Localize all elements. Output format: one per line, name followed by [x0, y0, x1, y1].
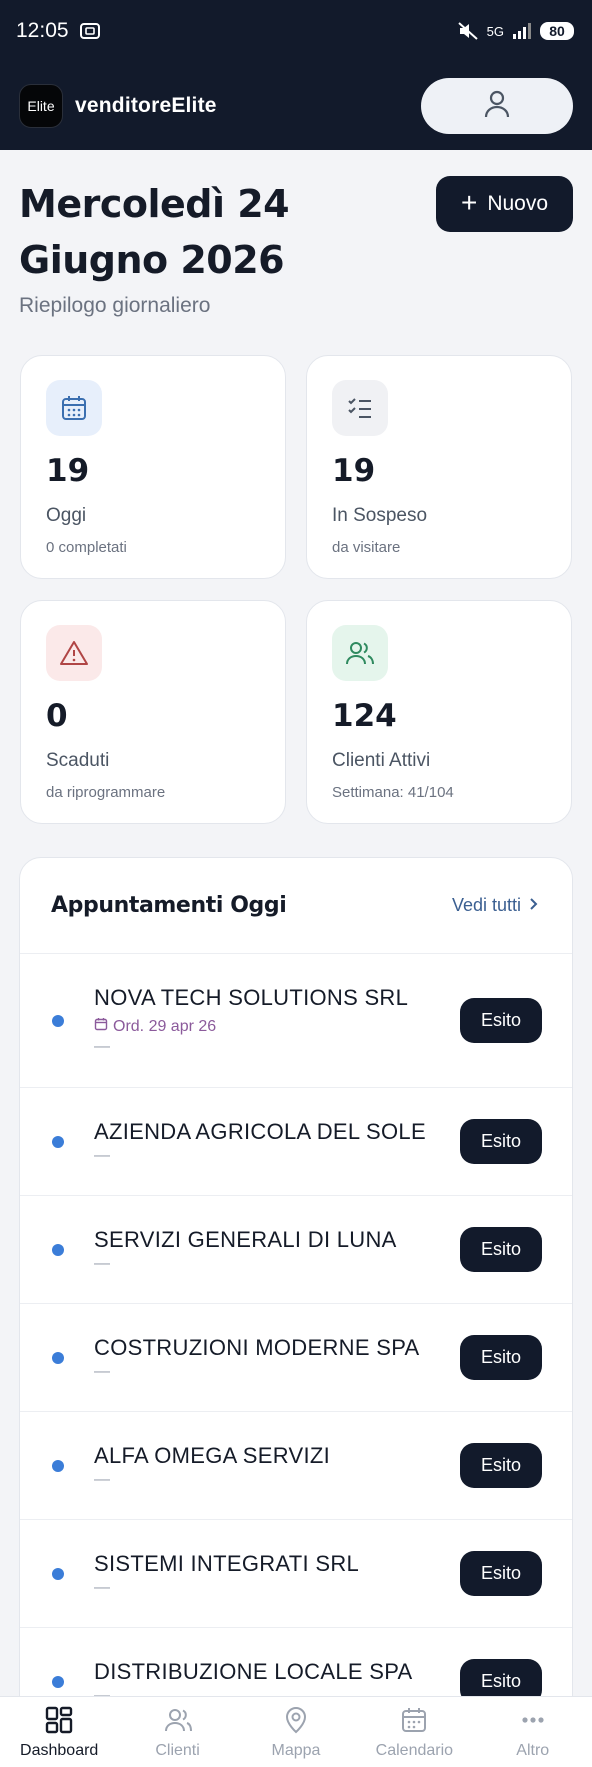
chevron-right-icon [529, 895, 539, 916]
client-name: SERVIZI GENERALI DI LUNA [94, 1226, 397, 1252]
client-name: NOVA TECH SOLUTIONS SRL [94, 985, 409, 1010]
nav-label: Altro [516, 1741, 550, 1759]
client-name: DISTRIBUZIONE LOCALE SPA [94, 1658, 413, 1684]
esito-button[interactable]: Esito [460, 1335, 542, 1380]
profile-button[interactable] [421, 78, 573, 134]
nav-label: Mappa [271, 1741, 321, 1759]
appointment-row[interactable]: NOVA TECH SOLUTIONS SRL Ord. 29 apr 26 —… [20, 954, 572, 1088]
appointment-row[interactable]: SISTEMI INTEGRATI SRL — Esito [20, 1520, 572, 1628]
stat-sub: da riprogrammare [46, 784, 166, 801]
new-button[interactable]: + Nuovo [436, 176, 573, 232]
appointments-title: Appuntamenti Oggi [51, 893, 287, 918]
mute-icon [457, 21, 479, 41]
stat-label: Oggi [46, 505, 87, 526]
appointment-row[interactable]: AZIENDA AGRICOLA DEL SOLE — Esito [20, 1088, 572, 1196]
checklist-icon [332, 380, 388, 436]
order-date-text: Ord. 29 apr 26 [113, 1017, 217, 1035]
appointment-row[interactable]: ALFA OMEGA SERVIZI — Esito [20, 1412, 572, 1520]
appointments-card: Appuntamenti Oggi Vedi tutti NOVA TECH S… [19, 857, 573, 1767]
client-name: AZIENDA AGRICOLA DEL SOLE [94, 1118, 426, 1144]
users-icon [332, 625, 388, 681]
appointment-detail: — [94, 1578, 110, 1596]
users-icon [163, 1705, 193, 1740]
appointment-row[interactable]: SERVIZI GENERALI DI LUNA — Esito [20, 1196, 572, 1304]
nav-dashboard[interactable]: Dashboard [4, 1697, 114, 1767]
app-name: venditoreElite [75, 94, 217, 117]
header: Elite venditoreElite [0, 62, 592, 150]
battery-indicator: 80 [540, 22, 574, 40]
stat-label: In Sospeso [332, 505, 428, 526]
order-date: Ord. 29 apr 26 [94, 1017, 460, 1036]
status-bar: 12:05 5G 80 [0, 0, 592, 62]
esito-button[interactable]: Esito [460, 1551, 542, 1596]
client-name: ALFA OMEGA SERVIZI [94, 1442, 331, 1468]
screen-record-icon [79, 21, 101, 41]
stat-card-overdue[interactable]: 0 Scaduti da riprogrammare [20, 600, 286, 824]
client-name: COSTRUZIONI MODERNE SPA [94, 1334, 420, 1360]
brand-logo: Elite [19, 84, 63, 128]
esito-button[interactable]: Esito [460, 1119, 542, 1164]
appointment-detail: — [94, 1470, 110, 1488]
more-icon [518, 1705, 548, 1740]
app-header-bar: 12:05 5G 80 Elite venditoreElite [0, 0, 592, 150]
stat-value: 124 [332, 698, 397, 734]
client-name: SISTEMI INTEGRATI SRL [94, 1550, 360, 1576]
esito-button[interactable]: Esito [460, 998, 542, 1043]
esito-button[interactable]: Esito [460, 1443, 542, 1488]
stat-sub: 0 completati [46, 539, 127, 556]
appointment-detail: — [94, 1146, 110, 1164]
calendar-icon [46, 380, 102, 436]
stat-value: 19 [46, 453, 90, 489]
status-time: 12:05 [16, 19, 69, 42]
appointments-header: Appuntamenti Oggi Vedi tutti [20, 858, 572, 954]
page-subtitle: Riepilogo giornaliero [19, 294, 211, 317]
page-title: Mercoledì 24 Giugno 2026 [19, 182, 290, 282]
stat-card-active-clients[interactable]: 124 Clienti Attivi Settimana: 41/104 [306, 600, 572, 824]
stat-label: Clienti Attivi [332, 750, 431, 771]
stat-card-pending[interactable]: 19 In Sospeso da visitare [306, 355, 572, 579]
nav-label: Dashboard [20, 1741, 99, 1759]
signal-icon [512, 22, 532, 40]
plus-icon: + [460, 186, 478, 218]
map-pin-icon [281, 1705, 311, 1740]
title-area: Mercoledì 24 Giugno 2026 Riepilogo giorn… [19, 176, 573, 318]
status-dot [52, 1675, 64, 1688]
appointment-detail: — [94, 1038, 110, 1055]
warning-icon [46, 625, 102, 681]
grid-icon [44, 1705, 74, 1740]
stat-value: 19 [332, 453, 376, 489]
esito-button[interactable]: Esito [460, 1227, 542, 1272]
status-dot [52, 1459, 64, 1472]
stat-sub: Settimana: 41/104 [332, 784, 454, 801]
nav-label: Clienti [155, 1741, 200, 1759]
nav-altro[interactable]: Altro [478, 1697, 588, 1767]
nav-calendario[interactable]: Calendario [359, 1697, 469, 1767]
stat-value: 0 [46, 698, 68, 734]
see-all-link[interactable]: Vedi tutti [452, 895, 539, 916]
calendar-icon [94, 1017, 108, 1036]
appointment-row[interactable]: COSTRUZIONI MODERNE SPA — Esito [20, 1304, 572, 1412]
nav-label: Calendario [375, 1741, 454, 1759]
status-dot [52, 1135, 64, 1148]
bottom-nav: Dashboard Clienti Mappa Calendario Altro [0, 1696, 592, 1767]
stat-label: Scaduti [46, 750, 110, 771]
appointment-detail: — [94, 1362, 110, 1380]
calendar-icon [399, 1705, 429, 1740]
status-dot [52, 1243, 64, 1256]
user-icon [483, 89, 511, 124]
brand[interactable]: Elite venditoreElite [19, 84, 217, 128]
see-all-label: Vedi tutti [451, 895, 521, 915]
network-label: 5G [486, 23, 504, 39]
new-button-label: Nuovo [487, 192, 549, 215]
status-dot [52, 1567, 64, 1580]
appointment-detail: — [94, 1254, 110, 1272]
status-dot [52, 1351, 64, 1364]
nav-mappa[interactable]: Mappa [241, 1697, 351, 1767]
stat-card-today[interactable]: 19 Oggi 0 completati [20, 355, 286, 579]
stat-sub: da visitare [332, 539, 401, 556]
nav-clienti[interactable]: Clienti [123, 1697, 233, 1767]
status-dot [52, 1014, 64, 1027]
